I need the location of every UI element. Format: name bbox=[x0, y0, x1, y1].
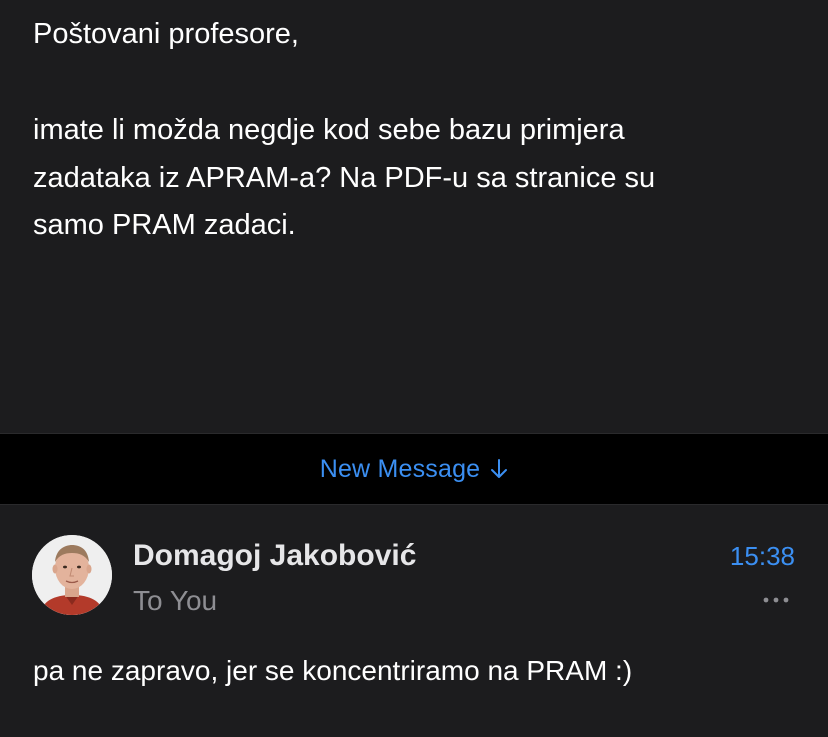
sender-name[interactable]: Domagoj Jakobović bbox=[133, 539, 416, 573]
more-icon[interactable] bbox=[762, 593, 790, 607]
new-message-button[interactable]: New Message bbox=[0, 433, 828, 505]
previous-message-body: Poštovani profesore, imate li možda negd… bbox=[0, 0, 828, 433]
new-message-label: New Message bbox=[319, 454, 481, 483]
message-line: samo PRAM zadaci. bbox=[33, 209, 296, 241]
message-line: imate li možda negdje kod sebe bazu prim… bbox=[33, 114, 625, 146]
message-line: zadataka iz APRAM-a? Na PDF-u sa stranic… bbox=[33, 162, 656, 194]
arrow-down-icon bbox=[491, 459, 508, 478]
message-time: 15:38 bbox=[729, 541, 795, 571]
message-body: pa ne zapravo, jer se koncentriramo na P… bbox=[33, 655, 633, 686]
recipient-label[interactable]: To You bbox=[133, 585, 217, 617]
avatar-photo bbox=[32, 535, 112, 615]
message: Domagoj Jakobović To You 15:38 pa ne zap… bbox=[0, 505, 828, 737]
message-line: Poštovani profesore, bbox=[33, 18, 299, 50]
avatar[interactable] bbox=[32, 535, 112, 615]
mail-thread: Poštovani profesore, imate li možda negd… bbox=[0, 0, 828, 737]
